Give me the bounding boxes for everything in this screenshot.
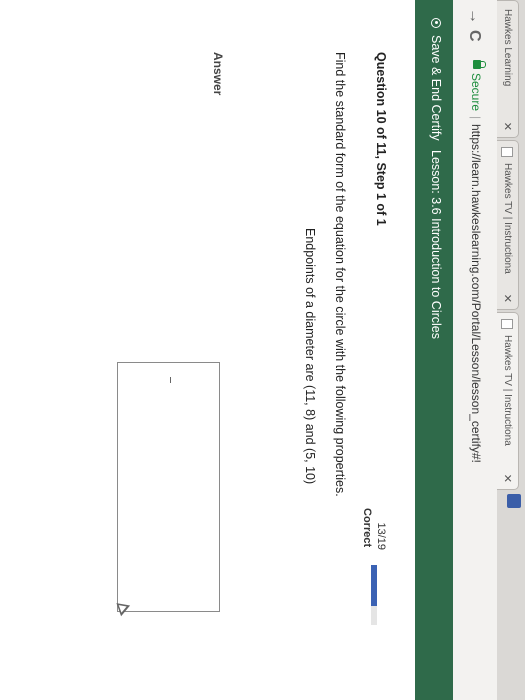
- save-end-certify-button[interactable]: Save & End Certify: [429, 18, 443, 141]
- answer-label: Answer: [211, 52, 225, 96]
- browser-window: Hawkes Learning ✕ Hawkes TV | Instructio…: [0, 0, 525, 700]
- browser-chrome: Hawkes Learning ✕ Hawkes TV | Instructio…: [452, 0, 525, 700]
- lesson-toolbar: Save & End Certify Lesson: 3.6 Introduct…: [415, 0, 453, 700]
- save-icon: [431, 18, 441, 28]
- close-tab-icon[interactable]: ✕: [501, 294, 514, 303]
- tab-label: Hawkes TV | Instructiona: [502, 335, 513, 446]
- question-header: Question 10 of 11, Step 1 of 1: [374, 52, 388, 226]
- score-count: 13/19: [375, 522, 387, 550]
- save-label: Save & End Certify: [429, 35, 443, 141]
- tab-hawkes-tv-1[interactable]: Hawkes TV | Instructiona ✕: [497, 140, 519, 310]
- reload-icon[interactable]: C: [465, 30, 483, 42]
- text-caret: [170, 377, 171, 383]
- close-tab-icon[interactable]: ✕: [501, 122, 514, 131]
- close-tab-icon[interactable]: ✕: [501, 474, 514, 483]
- question-properties: Endpoints of a diameter are (11, 8) and …: [303, 228, 317, 485]
- status-badge: Correct: [361, 508, 373, 548]
- tab-hawkes-tv-2[interactable]: Hawkes TV | Instructiona ✕: [497, 312, 519, 490]
- lock-icon: [473, 60, 481, 69]
- tab-label: Hawkes Learning: [502, 9, 513, 87]
- url-text[interactable]: https://learn.hawkeslearning.com/Portal/…: [469, 124, 483, 463]
- secure-label: Secure: [469, 73, 483, 112]
- page-icon: [501, 147, 513, 157]
- extension-icon[interactable]: [507, 494, 521, 508]
- progress-bar: [371, 565, 377, 625]
- tab-hawkes-learning[interactable]: Hawkes Learning ✕: [497, 0, 519, 138]
- tab-label: Hawkes TV | Instructiona: [502, 163, 513, 274]
- lesson-title: Lesson: 3.6 Introduction to Circles: [429, 150, 443, 339]
- page-icon: [501, 319, 513, 329]
- progress-fill: [371, 565, 377, 606]
- separator: |: [469, 116, 483, 120]
- tab-bar: Hawkes Learning ✕ Hawkes TV | Instructio…: [497, 0, 525, 700]
- question-prompt: Find the standard form of the equation f…: [333, 52, 347, 497]
- forward-icon[interactable]: →: [465, 8, 483, 24]
- address-bar[interactable]: → C Secure | https://learn.hawkeslearnin…: [452, 0, 497, 700]
- answer-input[interactable]: [117, 362, 220, 612]
